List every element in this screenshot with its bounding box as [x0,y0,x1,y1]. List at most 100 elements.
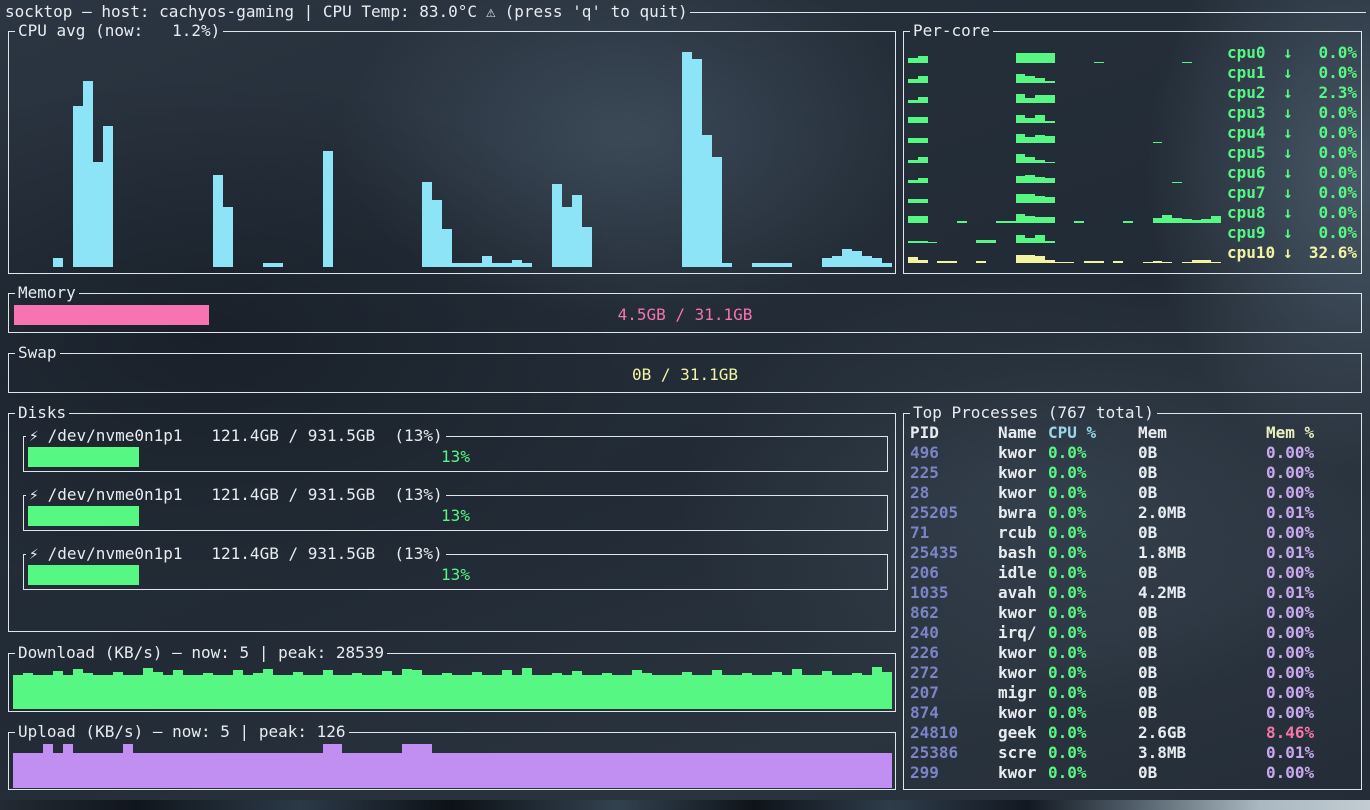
chart-bar [782,263,792,267]
chart-bar [602,753,612,788]
process-pid: 28 [910,483,998,503]
chart-bar [43,675,53,709]
core-row-cpu0: cpu0↓0.0% [908,43,1357,63]
chart-bar [1025,53,1035,63]
chart-bar [842,675,852,709]
chart-bar [612,753,622,788]
chart-bar [1035,115,1045,123]
chart-bar [253,753,263,788]
chart-bar [742,753,752,788]
chart-bar [832,753,842,788]
disk-gauge: 13% [28,565,883,585]
process-mem-pct: 0.00% [1266,663,1355,683]
chart-bar [522,668,532,709]
chart-bar [1025,255,1035,263]
chart-bar [63,744,73,788]
chart-bar [163,675,173,709]
chart-bar [233,670,243,709]
process-pid: 874 [910,703,998,723]
process-mem: 0B [1138,563,1266,583]
process-mem: 0B [1138,603,1266,623]
chart-bar [153,672,163,709]
chart-bar [502,670,512,709]
chart-bar [482,753,492,788]
chart-bar [362,753,372,788]
process-row: 25435bash0.0%1.8MB0.01% [904,543,1361,563]
chart-bar [392,753,402,788]
core-usage-value: 0.0% [1299,163,1357,183]
chart-bar [1025,216,1035,223]
swap-gauge: 0B / 31.1GB [14,365,1356,385]
chart-bar [33,753,43,788]
process-mem-pct: 8.46% [1266,723,1355,743]
process-mem: 0B [1138,643,1266,663]
chart-bar [752,753,762,788]
chart-bar [852,673,862,709]
chart-bar [462,753,472,788]
process-row: 862kwor0.0%0B0.00% [904,603,1361,623]
process-mem: 0B [1138,523,1266,543]
core-sparkline [908,86,1221,103]
chart-bar [1192,260,1202,263]
chart-bar [113,672,123,709]
process-cpu: 0.0% [1048,603,1138,623]
chart-bar [263,263,273,267]
chart-bar [442,673,452,709]
chart-bar [872,258,882,267]
chart-bar [1182,62,1192,63]
core-row-cpu10: cpu10↓32.6% [908,243,1357,263]
chart-bar [692,675,702,709]
chart-bar [1045,241,1055,243]
app-title: socktop — host: cachyos-gaming | CPU Tem… [5,2,477,22]
chart-bar [752,263,762,267]
chart-bar [1025,76,1035,83]
process-name: irq/ [998,623,1048,643]
chart-bar [572,195,582,267]
chart-bar [1016,255,1026,263]
process-row: 240irq/0.0%0B0.00% [904,623,1361,643]
chart-bar [1035,160,1045,163]
chart-bar [422,675,432,709]
core-row-cpu3: cpu3↓0.0% [908,103,1357,123]
core-usage-value: 0.0% [1299,143,1357,163]
disk-gauge: 13% [28,506,883,526]
chart-bar [918,199,928,203]
processes-panel: Top Processes (767 total) PIDNameCPU %Me… [903,403,1362,790]
process-mem-pct: 0.00% [1266,763,1355,783]
chart-bar [253,673,263,709]
chart-bar [918,138,928,143]
chart-bar [1016,134,1026,143]
chart-bar [432,753,442,788]
core-usage-value: 0.0% [1299,203,1357,223]
chart-bar [143,753,153,788]
chart-bar [342,675,352,709]
chart-bar [512,260,522,267]
chart-bar [502,263,512,267]
chart-bar [53,258,63,267]
process-name: kwor [998,483,1048,503]
chart-bar [1153,142,1163,143]
process-row: 24810geek0.0%2.6GB8.46% [904,723,1361,743]
chart-bar [1025,118,1035,123]
process-mem: 4.2MB [1138,583,1266,603]
chart-bar [1016,74,1026,83]
core-name: cpu8 [1227,203,1283,223]
chart-bar [762,675,772,709]
trend-down-icon: ↓ [1283,243,1299,263]
chart-bar [792,669,802,709]
core-sparkline [908,206,1221,223]
chart-bar [612,675,622,709]
trend-down-icon: ↓ [1283,123,1299,143]
chart-bar [842,753,852,788]
chart-bar [183,753,193,788]
process-name: avah [998,583,1048,603]
chart-bar [1094,62,1104,63]
terminal-window[interactable]: socktop — host: cachyos-gaming | CPU Tem… [0,0,1370,800]
chart-bar [702,753,712,788]
core-sparkline [908,126,1221,143]
chart-bar [642,673,652,709]
chart-bar [512,675,522,709]
chart-bar [1025,157,1035,163]
chart-bar [918,117,928,123]
chart-bar [772,263,782,267]
